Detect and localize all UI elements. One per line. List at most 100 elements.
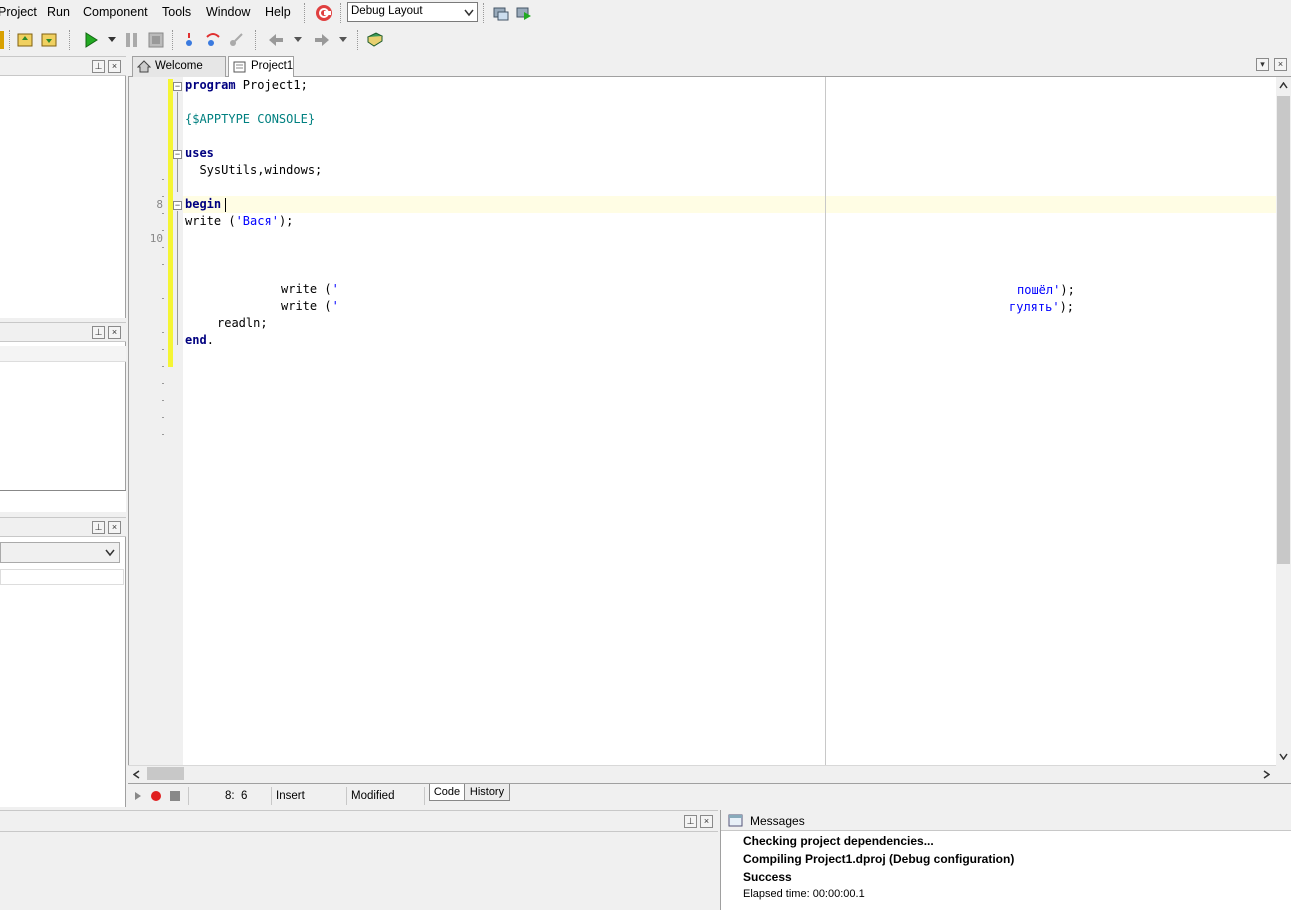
scroll-left-icon[interactable] — [133, 770, 140, 779]
fold-toggle-icon[interactable]: − — [173, 201, 182, 210]
message-line[interactable]: Elapsed time: 00:00:00.1 — [743, 888, 865, 900]
run-dropdown-icon[interactable] — [107, 36, 117, 44]
save-all-icon[interactable] — [40, 31, 58, 49]
vertical-scroll-thumb[interactable] — [1277, 96, 1290, 564]
code-keyword: uses — [185, 146, 214, 160]
message-line[interactable]: Compiling Project1.dproj (Debug configur… — [743, 852, 1014, 866]
fold-toggle-icon[interactable]: − — [173, 150, 182, 159]
modified-lines-bar — [168, 79, 173, 367]
record-macro-icon[interactable] — [150, 790, 162, 802]
play-macro-icon[interactable] — [134, 791, 142, 801]
scroll-right-icon[interactable] — [1263, 770, 1270, 779]
forward-dropdown-icon[interactable] — [338, 36, 348, 44]
home-icon — [137, 60, 151, 73]
menu-project[interactable]: Project — [0, 5, 37, 19]
message-line[interactable]: Checking project dependencies... — [743, 834, 934, 848]
code-line-tail: пошёл'); — [1017, 282, 1075, 299]
code-text: ); — [1059, 300, 1075, 314]
help-book-icon[interactable] — [366, 31, 384, 49]
close-icon[interactable]: × — [700, 815, 713, 828]
menu-run[interactable]: Run — [47, 5, 70, 19]
search-field[interactable] — [0, 569, 124, 585]
code-line: {$APPTYPE CONSOLE} — [185, 111, 315, 128]
stop-macro-icon[interactable] — [170, 791, 180, 801]
code-line: begin — [185, 196, 221, 213]
run-icon[interactable] — [82, 31, 100, 49]
editor-tab-strip: Welcome Page Project1 ▾ × — [128, 54, 1291, 91]
layout-select-value: Debug Layout — [351, 5, 423, 17]
line-number: 8 — [156, 198, 163, 211]
close-icon[interactable]: × — [1274, 58, 1287, 71]
code-text: . — [206, 333, 214, 347]
code-text: write ( — [281, 299, 332, 313]
line-number: 10 — [149, 232, 163, 245]
toolbar-separator — [172, 30, 173, 50]
messages-header: Messages — [721, 810, 1291, 831]
gutter-dot — [162, 434, 164, 435]
tab-welcome-page[interactable]: Welcome Page — [132, 56, 226, 91]
code-keyword: end — [185, 333, 207, 347]
tab-label: Project1 — [251, 60, 294, 72]
code-string: гулять' — [1009, 300, 1060, 314]
pin-icon[interactable]: ⊥ — [92, 326, 105, 339]
code-line: SysUtils,windows; — [185, 162, 322, 179]
close-icon[interactable]: × — [108, 326, 121, 339]
embarcadero-logo-icon[interactable] — [315, 4, 333, 22]
forward-icon[interactable] — [313, 31, 331, 49]
save-desktop-icon[interactable] — [492, 4, 510, 22]
message-line[interactable]: Success — [743, 870, 792, 884]
tool-palette-header: ⊥ × — [0, 517, 126, 537]
structure-panel-header: ⊥ × — [0, 56, 126, 76]
editor-gutter: 8 10 — [128, 77, 183, 765]
menu-component[interactable]: Component — [83, 5, 148, 19]
layout-select[interactable]: Debug Layout — [347, 2, 478, 22]
gutter-dot — [162, 264, 164, 265]
code-editor[interactable] — [183, 77, 1276, 765]
set-debug-desktop-icon[interactable] — [515, 4, 533, 22]
close-icon[interactable]: × — [108, 60, 121, 73]
gutter-dot — [162, 417, 164, 418]
gutter-dot — [162, 383, 164, 384]
open-project-icon[interactable] — [0, 31, 4, 49]
menu-tools[interactable]: Tools — [162, 5, 191, 19]
back-icon[interactable] — [267, 31, 285, 49]
chevron-down-icon — [464, 9, 474, 17]
fold-toggle-icon[interactable]: − — [173, 82, 182, 91]
panel-splitter[interactable] — [0, 490, 126, 512]
code-directive: {$APPTYPE CONSOLE} — [185, 112, 316, 126]
scroll-up-icon[interactable] — [1279, 82, 1288, 89]
category-select[interactable] — [0, 542, 120, 563]
code-text: write ( — [281, 282, 332, 296]
run-to-cursor-icon[interactable] — [227, 31, 245, 49]
tab-project1[interactable]: Project1 — [228, 56, 294, 78]
back-dropdown-icon[interactable] — [293, 36, 303, 44]
gutter-dot — [162, 400, 164, 401]
close-icon[interactable]: × — [108, 521, 121, 534]
messages-icon — [728, 814, 743, 827]
menu-window[interactable]: Window — [206, 5, 250, 19]
gutter-dot — [162, 230, 164, 231]
step-over-icon[interactable] — [204, 31, 222, 49]
toolbar — [0, 26, 1291, 54]
pin-icon[interactable]: ⊥ — [92, 521, 105, 534]
right-margin-line — [825, 77, 826, 765]
toolbar-separator — [255, 30, 256, 50]
stop-icon[interactable] — [147, 31, 165, 49]
horizontal-scroll-thumb[interactable] — [147, 767, 184, 780]
code-view-tab[interactable]: Code — [429, 784, 465, 801]
horizontal-scrollbar[interactable] — [128, 765, 1276, 782]
tab-label: History — [469, 786, 505, 798]
menu-help[interactable]: Help — [265, 5, 291, 19]
pause-icon[interactable] — [123, 31, 141, 49]
pin-icon[interactable]: ⊥ — [92, 60, 105, 73]
tab-list-icon[interactable]: ▾ — [1256, 58, 1269, 71]
gutter-dot — [162, 332, 164, 333]
trace-into-icon[interactable] — [180, 31, 198, 49]
tab-label: Code — [433, 786, 461, 798]
inspector-row[interactable] — [0, 346, 126, 362]
pin-icon[interactable]: ⊥ — [684, 815, 697, 828]
save-icon[interactable] — [16, 31, 34, 49]
cursor-position: 8: 6 — [225, 790, 248, 802]
scroll-down-icon[interactable] — [1279, 753, 1288, 760]
history-view-tab[interactable]: History — [464, 784, 510, 801]
